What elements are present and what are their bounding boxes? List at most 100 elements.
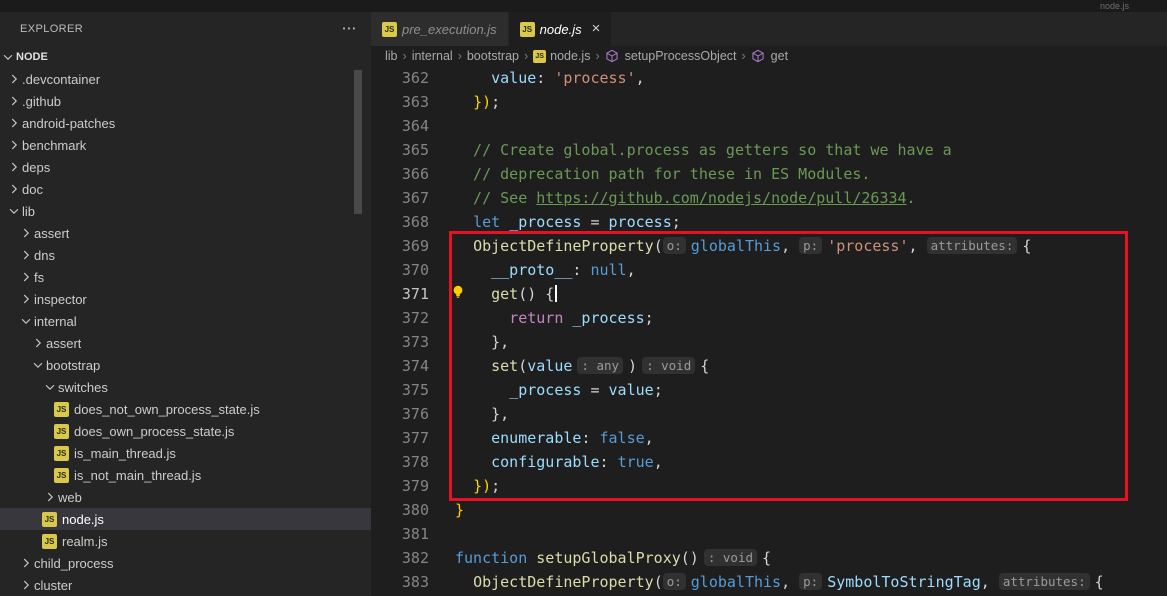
code-token: enumerable bbox=[491, 429, 581, 447]
code-line-380[interactable]: 380} bbox=[371, 498, 1167, 522]
tree-item-assert[interactable]: assert bbox=[0, 332, 371, 354]
code-line-375[interactable]: 375 _process = value; bbox=[371, 378, 1167, 402]
code-line-368[interactable]: 368 let _process = process; bbox=[371, 210, 1167, 234]
code-token bbox=[455, 573, 473, 591]
inlay-hint: attributes: bbox=[927, 237, 1018, 254]
code-token: value bbox=[527, 357, 572, 375]
breadcrumb-label: get bbox=[771, 49, 788, 63]
code-line-376[interactable]: 376 }, bbox=[371, 402, 1167, 426]
tree-item-lib[interactable]: lib bbox=[0, 200, 371, 222]
workbench: EXPLORER ⋯ NODE .devcontainer.githubandr… bbox=[0, 12, 1167, 596]
code-line-369[interactable]: 369 ObjectDefineProperty(o:globalThis, p… bbox=[371, 234, 1167, 258]
tree-item-fs[interactable]: fs bbox=[0, 266, 371, 288]
breadcrumb: lib›internal›bootstrap›JSnode.js›setupPr… bbox=[371, 46, 1167, 66]
tree-item-benchmark[interactable]: benchmark bbox=[0, 134, 371, 156]
tree-item-does_own_process_state.js[interactable]: JSdoes_own_process_state.js bbox=[0, 420, 371, 442]
tree-item-bootstrap[interactable]: bootstrap bbox=[0, 354, 371, 376]
tree-item-realm.js[interactable]: JSrealm.js bbox=[0, 530, 371, 552]
breadcrumb-item-setupProcessObject[interactable]: setupProcessObject bbox=[605, 49, 737, 63]
code-line-373[interactable]: 373 }, bbox=[371, 330, 1167, 354]
tree-item-android-patches[interactable]: android-patches bbox=[0, 112, 371, 134]
code-token: // deprecation path for these in ES Modu… bbox=[455, 165, 870, 183]
tree-item-assert[interactable]: assert bbox=[0, 222, 371, 244]
code-token: : bbox=[572, 261, 590, 279]
code-token: setupGlobalProxy bbox=[536, 549, 681, 567]
tree-item-.devcontainer[interactable]: .devcontainer bbox=[0, 68, 371, 90]
tree-item-label: is_not_main_thread.js bbox=[74, 468, 201, 483]
code-line-381[interactable]: 381 bbox=[371, 522, 1167, 546]
section-header-node[interactable]: NODE bbox=[0, 46, 371, 68]
code-line-371[interactable]: 371 get() { bbox=[371, 282, 1167, 306]
code-token: : bbox=[600, 453, 618, 471]
tab-node.js[interactable]: JSnode.js× bbox=[509, 12, 613, 46]
code-line-362[interactable]: 362 value: 'process', bbox=[371, 66, 1167, 90]
tree-item-inspector[interactable]: inspector bbox=[0, 288, 371, 310]
lightbulb-icon[interactable] bbox=[450, 284, 466, 300]
tree-item-web[interactable]: web bbox=[0, 486, 371, 508]
inlay-hint: p: bbox=[799, 237, 822, 254]
breadcrumb-item-lib[interactable]: lib bbox=[385, 49, 398, 63]
sidebar-scrollbar[interactable] bbox=[354, 70, 362, 214]
tree-item-label: dns bbox=[34, 248, 55, 263]
code-line-382[interactable]: 382function setupGlobalProxy(): void{ bbox=[371, 546, 1167, 570]
chevron-right-icon bbox=[6, 137, 22, 153]
code-text: } bbox=[429, 501, 464, 519]
code-line-366[interactable]: 366 // deprecation path for these in ES … bbox=[371, 162, 1167, 186]
code-text: }, bbox=[429, 405, 509, 423]
tree-item-does_not_own_process_state.js[interactable]: JSdoes_not_own_process_state.js bbox=[0, 398, 371, 420]
code-line-367[interactable]: 367 // See https://github.com/nodejs/nod… bbox=[371, 186, 1167, 210]
tab-pre_execution.js[interactable]: JSpre_execution.js bbox=[371, 12, 509, 46]
code-line-365[interactable]: 365 // Create global.process as getters … bbox=[371, 138, 1167, 162]
explorer-title: EXPLORER bbox=[20, 23, 83, 35]
code-token: ) bbox=[628, 357, 637, 375]
code-token bbox=[455, 477, 473, 495]
code-token: // See bbox=[455, 189, 536, 207]
tree-item-cluster[interactable]: cluster bbox=[0, 574, 371, 596]
tree-item-.github[interactable]: .github bbox=[0, 90, 371, 112]
code-token: globalThis bbox=[691, 237, 781, 255]
breadcrumb-item-get[interactable]: get bbox=[751, 49, 788, 63]
code-line-379[interactable]: 379 }); bbox=[371, 474, 1167, 498]
code-token: , bbox=[981, 573, 999, 591]
code-line-372[interactable]: 372 return _process; bbox=[371, 306, 1167, 330]
code-line-370[interactable]: 370 __proto__: null, bbox=[371, 258, 1167, 282]
code-line-363[interactable]: 363 }); bbox=[371, 90, 1167, 114]
js-file-icon: JS bbox=[42, 512, 57, 527]
breadcrumb-separator: › bbox=[524, 49, 528, 63]
tree-item-child_process[interactable]: child_process bbox=[0, 552, 371, 574]
symbol-method-icon bbox=[605, 49, 622, 63]
code-token bbox=[455, 93, 473, 111]
more-actions-icon[interactable]: ⋯ bbox=[342, 24, 357, 34]
code-line-383[interactable]: 383 ObjectDefineProperty(o:globalThis, p… bbox=[371, 570, 1167, 594]
tree-item-is_not_main_thread.js[interactable]: JSis_not_main_thread.js bbox=[0, 464, 371, 486]
inlay-hint: p: bbox=[799, 573, 822, 590]
tree-item-doc[interactable]: doc bbox=[0, 178, 371, 200]
tree-item-node.js[interactable]: JS node.js bbox=[0, 508, 371, 530]
breadcrumb-item-internal[interactable]: internal bbox=[412, 49, 453, 63]
tree-item-is_main_thread.js[interactable]: JSis_main_thread.js bbox=[0, 442, 371, 464]
js-file-icon: JS bbox=[42, 534, 57, 549]
code-line-378[interactable]: 378 configurable: true, bbox=[371, 450, 1167, 474]
tree-item-internal[interactable]: internal bbox=[0, 310, 371, 332]
code-line-364[interactable]: 364 bbox=[371, 114, 1167, 138]
code-token: function bbox=[455, 549, 527, 567]
code-line-377[interactable]: 377 enumerable: false, bbox=[371, 426, 1167, 450]
code-text: function setupGlobalProxy(): void{ bbox=[429, 549, 771, 567]
tab-close-icon[interactable]: × bbox=[592, 22, 601, 36]
code-token bbox=[500, 213, 509, 231]
code-token: _process bbox=[509, 213, 581, 231]
line-number: 377 bbox=[371, 429, 429, 447]
tree-item-dns[interactable]: dns bbox=[0, 244, 371, 266]
chevron-down-icon bbox=[18, 313, 34, 329]
tree-item-switches[interactable]: switches bbox=[0, 376, 371, 398]
breadcrumb-item-node.js[interactable]: JSnode.js bbox=[533, 49, 590, 63]
chevron-right-icon bbox=[18, 555, 34, 571]
editor[interactable]: 362 value: 'process',363 });364365 // Cr… bbox=[371, 66, 1167, 596]
tree-item-deps[interactable]: deps bbox=[0, 156, 371, 178]
code-token: , bbox=[645, 429, 654, 447]
breadcrumb-separator: › bbox=[403, 49, 407, 63]
code-token: false bbox=[600, 429, 645, 447]
tree-item-label: node.js bbox=[62, 512, 104, 527]
breadcrumb-item-bootstrap[interactable]: bootstrap bbox=[467, 49, 519, 63]
code-line-374[interactable]: 374 set(value: any): void{ bbox=[371, 354, 1167, 378]
